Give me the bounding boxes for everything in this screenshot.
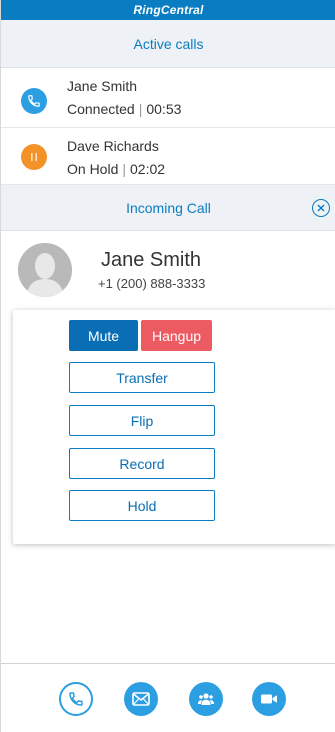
active-call-row[interactable]: Dave Richards On Hold | 02:02 bbox=[1, 128, 335, 185]
hangup-button[interactable]: Hangup bbox=[141, 320, 212, 351]
hold-button[interactable]: Hold bbox=[69, 490, 215, 521]
call-duration: 00:53 bbox=[146, 101, 182, 117]
call-contact-name: Jane Smith bbox=[67, 78, 138, 94]
call-controls-card: Mute Hangup Transfer Flip Record Hold bbox=[13, 310, 335, 544]
phone-icon bbox=[21, 88, 47, 114]
transfer-button[interactable]: Transfer bbox=[69, 362, 215, 393]
active-call-row[interactable]: Jane Smith Connected | 00:53 bbox=[1, 68, 335, 128]
brand-bar: RingCentral bbox=[1, 0, 335, 20]
call-contact-name: Dave Richards bbox=[67, 138, 159, 154]
avatar bbox=[18, 243, 72, 297]
close-circle-icon[interactable] bbox=[312, 199, 330, 217]
caller-name: Jane Smith bbox=[101, 249, 202, 271]
active-calls-title: Active calls bbox=[133, 35, 204, 52]
messages-icon[interactable] bbox=[124, 682, 158, 716]
incoming-call-title: Incoming Call bbox=[126, 199, 211, 216]
call-status: Connected bbox=[67, 101, 135, 117]
incoming-call-header: Incoming Call bbox=[1, 185, 335, 231]
ringcentral-logo: RingCentral bbox=[133, 3, 204, 17]
flip-button[interactable]: Flip bbox=[69, 405, 215, 436]
status-separator: | bbox=[122, 161, 126, 177]
softphone-app: RingCentral Active calls Jane Smith Conn… bbox=[0, 0, 335, 732]
mute-button[interactable]: Mute bbox=[69, 320, 138, 351]
pause-icon bbox=[21, 144, 47, 170]
bottom-nav bbox=[1, 664, 335, 732]
phone-icon[interactable] bbox=[59, 682, 93, 716]
record-button[interactable]: Record bbox=[69, 448, 215, 479]
video-icon[interactable] bbox=[252, 682, 286, 716]
caller-number: +1 (200) 888-3333 bbox=[98, 276, 206, 291]
contacts-icon[interactable] bbox=[189, 682, 223, 716]
active-calls-header: Active calls bbox=[1, 20, 335, 68]
call-status: On Hold bbox=[67, 161, 119, 177]
call-status-line: On Hold | 02:02 bbox=[67, 161, 165, 177]
call-status-line: Connected | 00:53 bbox=[67, 101, 181, 117]
status-separator: | bbox=[138, 101, 143, 117]
call-duration: 02:02 bbox=[130, 161, 166, 177]
